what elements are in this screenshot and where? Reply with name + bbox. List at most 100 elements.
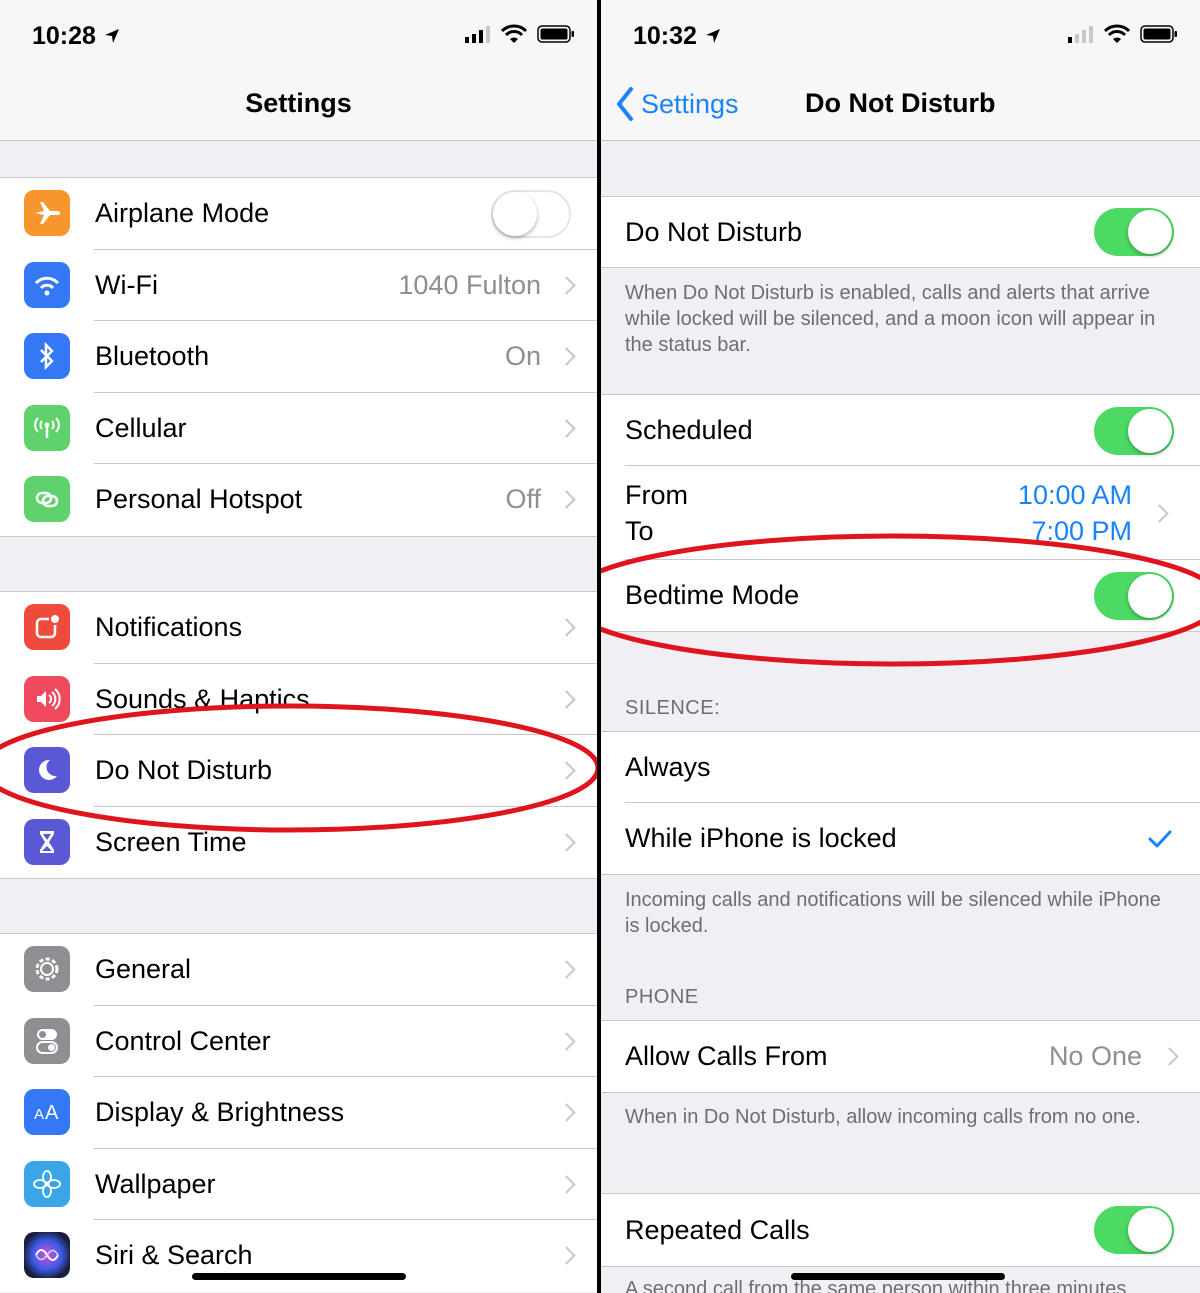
from-time: 10:00 AM [1017,480,1132,510]
schedule-time-row[interactable]: From To 10:00 AM 7:00 PM [601,466,1200,560]
allow-calls-label: Allow Calls From [625,1041,828,1071]
allow-calls-footer: When in Do Not Disturb, allow incoming c… [625,1106,1141,1128]
settings-row-general[interactable]: General [0,934,597,1006]
settings-row-bluetooth[interactable]: Bluetooth On [0,321,597,393]
home-indicator[interactable] [192,1273,406,1280]
connectivity-group: Airplane Mode Wi-Fi 1040 Fulton Bluetoot… [0,177,597,537]
chevron-left-icon [617,87,633,121]
chevron-right-icon [1160,1047,1179,1066]
settings-row-wallpaper[interactable]: Wallpaper [0,1149,597,1220]
settings-screen: 10:28 Settings Airplane Mode Wi-Fi 1040 … [0,0,597,1293]
status-icons [465,24,575,44]
checkmark-icon [1148,830,1172,847]
notifications-group: Notifications Sounds & Haptics Do Not Di… [0,591,597,879]
page-title: Do Not Disturb [805,88,996,118]
schedule-group: Scheduled From To 10:00 AM 7:00 PM Bedti… [601,394,1200,632]
notifications-icon [24,604,70,650]
wifi-status-icon [501,24,527,43]
scheduled-toggle[interactable] [1094,406,1174,455]
back-button[interactable]: Settings [615,86,739,122]
chevron-right-icon [557,1246,576,1265]
bluetooth-icon [24,333,70,379]
chevron-right-icon [557,1175,576,1194]
row-value: On [504,341,541,372]
chevron-right-icon [557,690,576,709]
allow-calls-row[interactable]: Allow Calls From No One [601,1021,1200,1092]
chevron-right-icon [557,1103,576,1122]
silence-header: SILENCE: [625,697,721,719]
repeated-calls-row: Repeated Calls [601,1194,1200,1266]
signal-icon [1068,26,1093,43]
chevron-right-icon [557,833,576,852]
navigation-bar: 10:28 Settings [0,0,597,141]
status-time: 10:28 [32,22,121,51]
row-label: Cellular [95,412,187,443]
row-label: Screen Time [95,826,247,857]
silence-group: Always While iPhone is locked [601,731,1200,875]
row-label: Do Not Disturb [95,755,273,786]
settings-row-cellular[interactable]: Cellular [0,393,597,464]
locked-label: While iPhone is locked [625,823,897,853]
bedtime-row: Bedtime Mode [601,560,1200,631]
chevron-right-icon [557,490,576,509]
row-label: Wallpaper [95,1168,216,1199]
allow-calls-value: No One [1048,1041,1142,1071]
battery-icon [537,25,574,43]
settings-row-siri-search[interactable]: Siri & Search [0,1220,597,1292]
chevron-right-icon [557,276,576,295]
antenna-icon [24,404,70,451]
page-title: Settings [245,88,352,118]
settings-row-display-brightness[interactable]: AA Display & Brightness [0,1077,597,1149]
general-group: General Control Center AA Display & Brig… [0,933,597,1292]
settings-row-notifications[interactable]: Notifications [0,592,597,664]
dnd-toggle[interactable] [1094,208,1174,256]
home-indicator[interactable] [791,1273,1005,1280]
dnd-group: Do Not Disturb [601,196,1200,268]
settings-row-sounds-haptics[interactable]: Sounds & Haptics [0,664,597,735]
row-value: Off [505,484,541,515]
location-arrow-icon [705,29,720,43]
phone-header: PHONE [625,986,699,1008]
row-value: 1040 Fulton [398,269,541,300]
settings-row-personal-hotspot[interactable]: Personal Hotspot Off [0,464,597,536]
signal-icon [465,26,490,43]
repeated-group: Repeated Calls [601,1193,1200,1267]
scheduled-label: Scheduled [625,415,753,445]
row-label: Wi-Fi [95,269,158,300]
airplane-icon [24,190,70,236]
settings-row-control-center[interactable]: Control Center [0,1006,597,1077]
repeated-calls-label: Repeated Calls [625,1214,810,1245]
scheduled-row: Scheduled [601,395,1200,466]
hotspot-icon [24,476,70,522]
chevron-right-icon [557,1032,576,1051]
repeated-calls-toggle[interactable] [1094,1206,1174,1254]
row-label: Display & Brightness [95,1097,345,1128]
gear-icon [24,946,70,992]
bedtime-toggle[interactable] [1094,571,1174,620]
bedtime-label: Bedtime Mode [625,580,800,610]
speaker-icon [24,675,70,722]
row-label: Notifications [95,612,243,643]
wifi-icon [24,261,70,308]
row-label: Control Center [95,1025,271,1056]
silence-option-locked[interactable]: While iPhone is locked [601,803,1200,874]
dnd-label: Do Not Disturb [625,216,803,247]
airplane-mode-toggle[interactable] [491,189,571,238]
row-label: Sounds & Haptics [95,683,310,714]
hourglass-icon [24,818,70,865]
dnd-footer: When Do Not Disturb is enabled, calls an… [625,282,1156,356]
do-not-disturb-screen: 10:32 Settings Do Not Disturb Do Not Dis… [601,0,1200,1293]
settings-row-airplane-mode[interactable]: Airplane Mode [0,178,597,250]
settings-row-wifi[interactable]: Wi-Fi 1040 Fulton [0,250,597,321]
settings-row-do-not-disturb[interactable]: Do Not Disturb [0,735,597,807]
silence-option-always[interactable]: Always [601,732,1200,803]
settings-row-screen-time[interactable]: Screen Time [0,807,597,879]
phone-group: Allow Calls From No One [601,1020,1200,1093]
to-time: 7:00 PM [1031,516,1132,546]
to-label: To [625,516,654,546]
siri-icon [24,1232,70,1278]
status-icons [1068,24,1178,44]
svg-text:A: A [45,1102,59,1124]
navigation-bar: 10:32 Settings Do Not Disturb [601,0,1200,141]
text-size-icon: AA [24,1089,70,1135]
